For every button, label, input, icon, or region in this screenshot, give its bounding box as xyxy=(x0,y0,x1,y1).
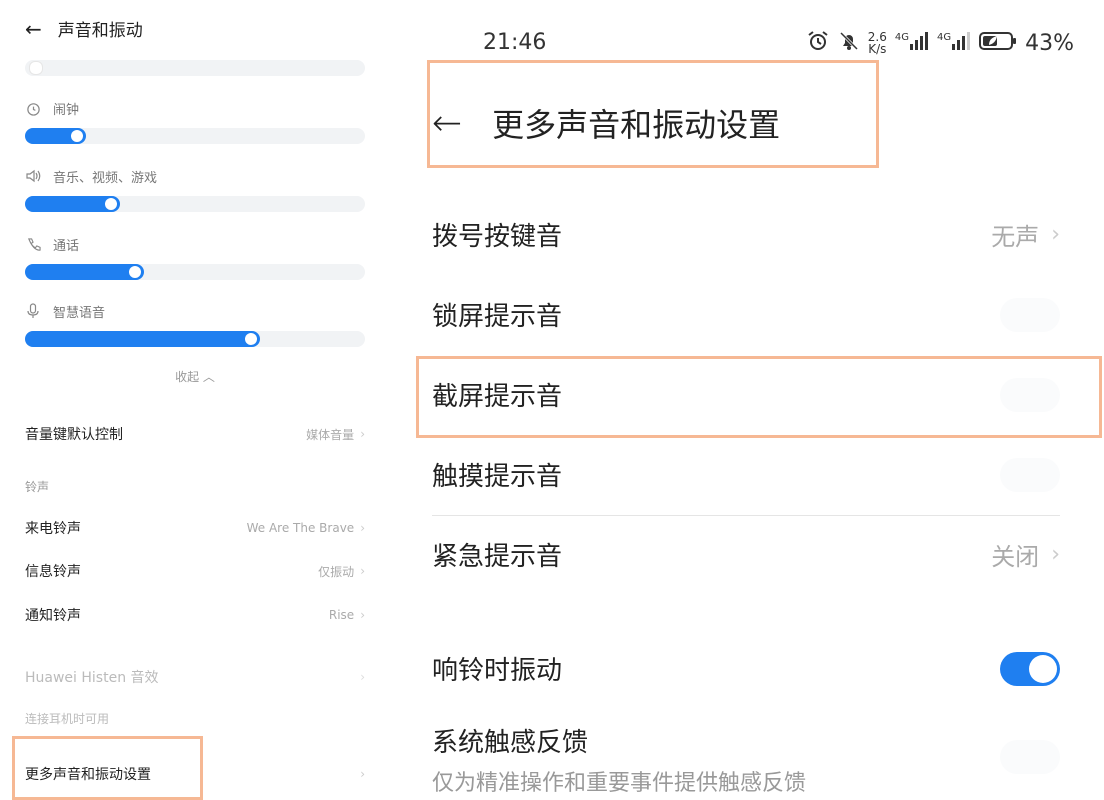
left-page-title: 声音和振动 xyxy=(57,21,143,41)
ringtone-section-label: 铃声 xyxy=(25,480,50,494)
mute-bell-icon xyxy=(838,30,860,56)
highlight-box-screenshot-sound xyxy=(416,356,1102,438)
volume-label: 音乐、视频、游戏 xyxy=(53,170,158,186)
slider-knob[interactable] xyxy=(129,266,141,278)
slider-knob[interactable] xyxy=(244,333,257,345)
status-bar-icons: 2.6 K/s 4G 4G 43% xyxy=(806,30,1074,56)
signal-2: 4G xyxy=(937,32,971,54)
toggle-switch[interactable] xyxy=(1000,651,1060,686)
chevron-right-icon: › xyxy=(360,521,365,535)
chevron-right-icon: › xyxy=(360,564,365,578)
chevron-right-icon: › xyxy=(360,608,365,622)
battery-saver-icon xyxy=(979,31,1017,55)
row-label: 信息铃声 xyxy=(25,564,81,580)
row-value: Rise xyxy=(328,608,355,622)
highlight-box-more-settings xyxy=(12,736,203,800)
setting-row-dial-tone[interactable]: 拨号按键音 无声 › xyxy=(432,216,1060,253)
signal-bars-icon xyxy=(909,32,929,54)
battery-percent: 43% xyxy=(1025,30,1074,56)
row-label: 锁屏提示音 xyxy=(432,302,563,332)
chevron-right-icon: › xyxy=(360,670,365,684)
signal-1: 4G xyxy=(895,32,929,54)
slider-track[interactable] xyxy=(25,264,365,280)
left-header: ← 声音和振动 xyxy=(25,16,143,42)
volume-label: 闹钟 xyxy=(53,102,80,118)
chevron-right-icon: › xyxy=(1051,542,1060,567)
slider-fill xyxy=(25,264,144,280)
slider-track[interactable] xyxy=(25,60,365,76)
phone-icon xyxy=(25,236,41,252)
setting-row-emergency-sound[interactable]: 紧急提示音 关闭 › xyxy=(432,536,1060,573)
setting-row-lock-sound[interactable]: 锁屏提示音 xyxy=(432,296,1060,333)
row-label: Huawei Histen 音效 xyxy=(25,670,159,686)
slider-track[interactable] xyxy=(25,196,365,212)
row-value: 无声 xyxy=(991,223,1040,251)
row-label: 音量键默认控制 xyxy=(25,427,123,443)
row-label: 响铃时振动 xyxy=(432,656,563,686)
chevron-right-icon: › xyxy=(360,427,365,441)
back-arrow-icon[interactable]: ← xyxy=(25,17,42,41)
status-time: 21:46 xyxy=(483,30,547,55)
row-label: 系统触感反馈 xyxy=(432,728,589,758)
highlight-box-title xyxy=(427,60,879,168)
divider xyxy=(432,515,1060,516)
setting-row-touch-sound[interactable]: 触摸提示音 xyxy=(432,456,1060,493)
network-type: 4G xyxy=(936,32,952,43)
volume-key-control-row[interactable]: 音量键默认控制 媒体音量 › xyxy=(25,424,365,444)
volume-media: 音乐、视频、游戏 xyxy=(25,167,365,212)
slider-knob[interactable] xyxy=(29,61,43,75)
toggle-switch[interactable] xyxy=(1000,740,1060,774)
row-value: 仅振动 xyxy=(318,564,355,579)
histen-row: Huawei Histen 音效 › xyxy=(25,667,365,687)
headphone-note: 连接耳机时可用 xyxy=(25,712,110,726)
ringtone-row-call[interactable]: 来电铃声 We Are The Brave › xyxy=(25,518,365,538)
volume-alarm: 闹钟 xyxy=(25,99,365,144)
row-label: 来电铃声 xyxy=(25,521,81,537)
alarm-icon xyxy=(25,100,41,116)
network-speed: 2.6 K/s xyxy=(868,31,887,55)
chevron-right-icon: › xyxy=(360,767,365,781)
volume-call: 通话 xyxy=(25,235,365,280)
row-label: 触摸提示音 xyxy=(432,462,563,492)
volume-slider-partial[interactable] xyxy=(25,52,365,76)
alarm-clock-icon xyxy=(806,30,830,56)
toggle-switch[interactable] xyxy=(1000,457,1060,492)
slider-track[interactable] xyxy=(25,331,365,347)
volume-label: 智慧语音 xyxy=(53,305,106,321)
slider-track[interactable] xyxy=(25,128,365,144)
toggle-switch[interactable] xyxy=(1000,297,1060,332)
row-label: 拨号按键音 xyxy=(432,222,563,252)
row-subtitle: 仅为精准操作和重要事件提供触感反馈 xyxy=(432,771,807,796)
speaker-icon xyxy=(25,168,41,184)
setting-row-vibrate-ring[interactable]: 响铃时振动 xyxy=(432,650,1060,687)
speed-unit: K/s xyxy=(868,42,887,56)
row-value: We Are The Brave xyxy=(246,521,355,535)
ringtone-row-notification[interactable]: 通知铃声 Rise › xyxy=(25,605,365,625)
chevron-right-icon: › xyxy=(1051,222,1060,247)
mic-icon xyxy=(25,303,41,319)
volume-assistant: 智慧语音 xyxy=(25,302,365,347)
network-type: 4G xyxy=(894,32,909,43)
row-label: 通知铃声 xyxy=(25,608,81,624)
signal-bars-icon xyxy=(951,32,971,54)
collapse-button[interactable]: 收起 ︿ xyxy=(0,368,390,385)
row-label: 紧急提示音 xyxy=(432,542,563,572)
ringtone-row-message[interactable]: 信息铃声 仅振动 › xyxy=(25,561,365,581)
left-panel: ← 声音和振动 闹钟 音乐、视频、游戏 通话 智慧语音 收起 ︿ 音量键默认控制… xyxy=(0,0,390,800)
row-value: 关闭 xyxy=(991,543,1040,571)
slider-fill xyxy=(25,331,260,347)
volume-label: 通话 xyxy=(53,238,80,254)
row-value: 媒体音量 xyxy=(306,427,355,442)
